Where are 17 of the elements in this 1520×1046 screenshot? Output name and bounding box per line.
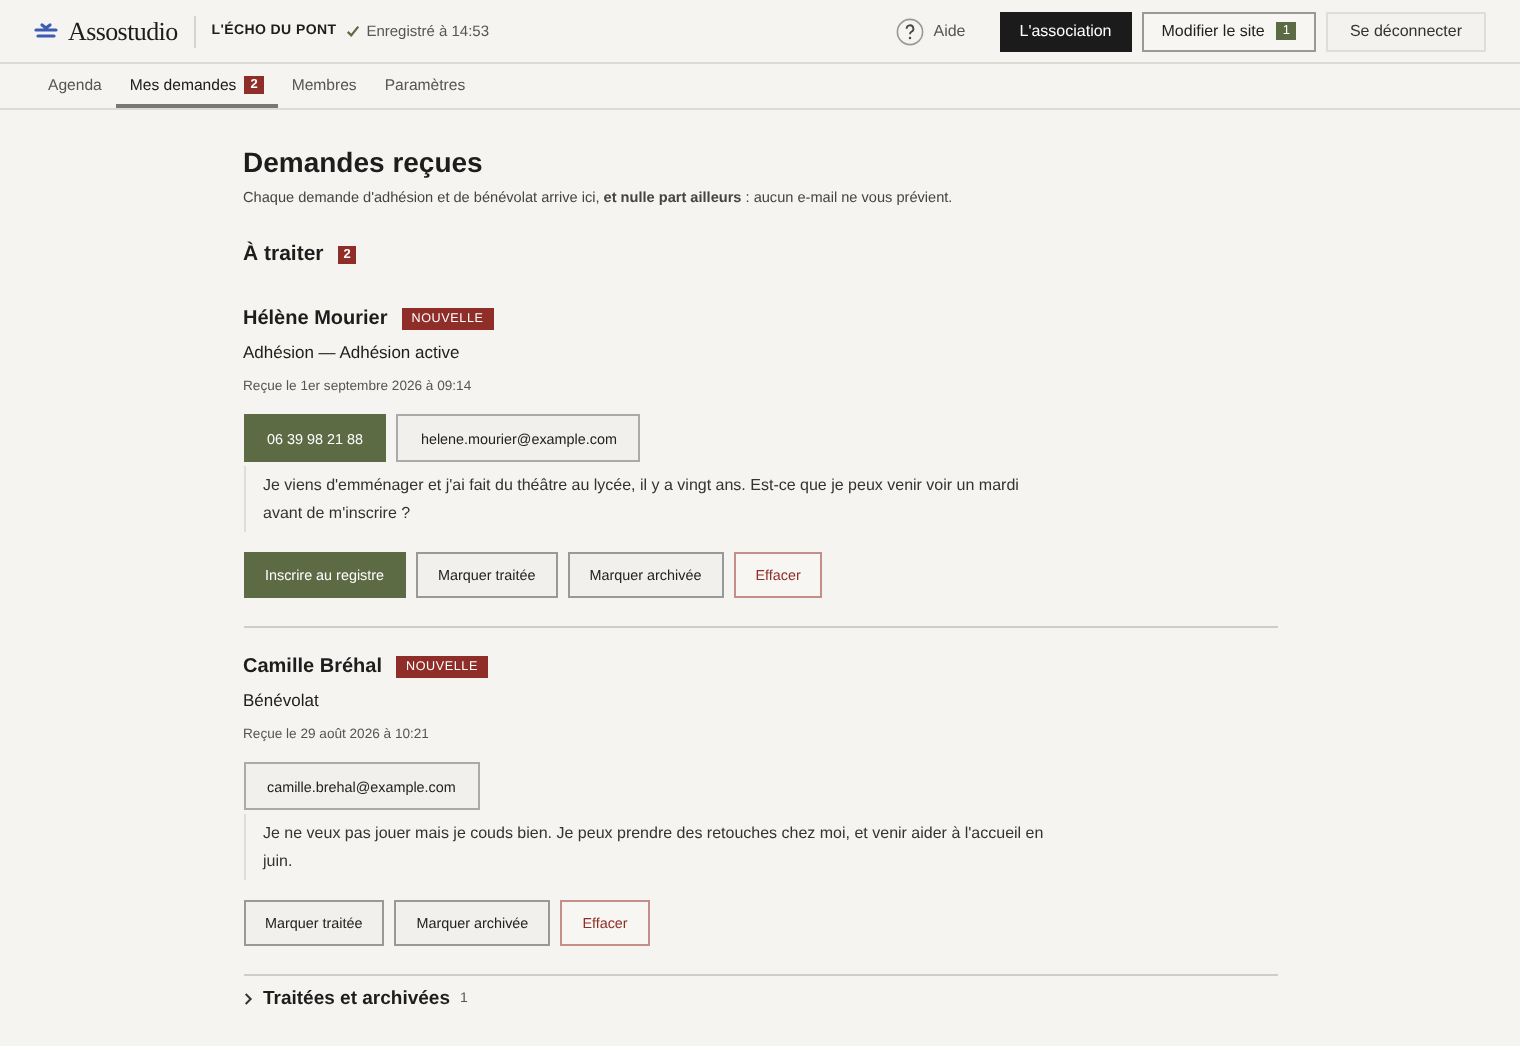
chevron-icon[interactable] (243, 992, 253, 1006)
help-icon[interactable] (895, 17, 924, 45)
request-message: Je ne veux pas jouer mais je couds bien. Je peux prendre des retouches chez moi, et venir aider à l'accueil en juin. (243, 814, 1059, 880)
request-message: Je viens d'emménager et j'ai fait du théâtre au lycée, il y a vingt ans. Est-ce que je peux venir voir un mardi avant de m'inscrire ? (243, 466, 1059, 532)
section-toggle[interactable]: Traitées et archivées (263, 988, 450, 1010)
logo-icon (34, 21, 58, 41)
check-icon (346, 24, 361, 38)
page-title: Demandes reçues (243, 146, 485, 178)
section-title: À traiter (243, 242, 324, 266)
header-button[interactable]: L'association (999, 11, 1132, 51)
request-type: Adhésion — Adhésion active (243, 342, 462, 362)
requester-name: Hélène Mourier (243, 308, 388, 330)
header-button[interactable]: Se déconnecter (1325, 11, 1486, 51)
brand-name: Assostudio (68, 15, 178, 47)
requester-name: Camille Bréhal (243, 656, 382, 678)
request-type: Bénévolat (243, 690, 321, 710)
help-link[interactable]: Aide (933, 22, 966, 40)
